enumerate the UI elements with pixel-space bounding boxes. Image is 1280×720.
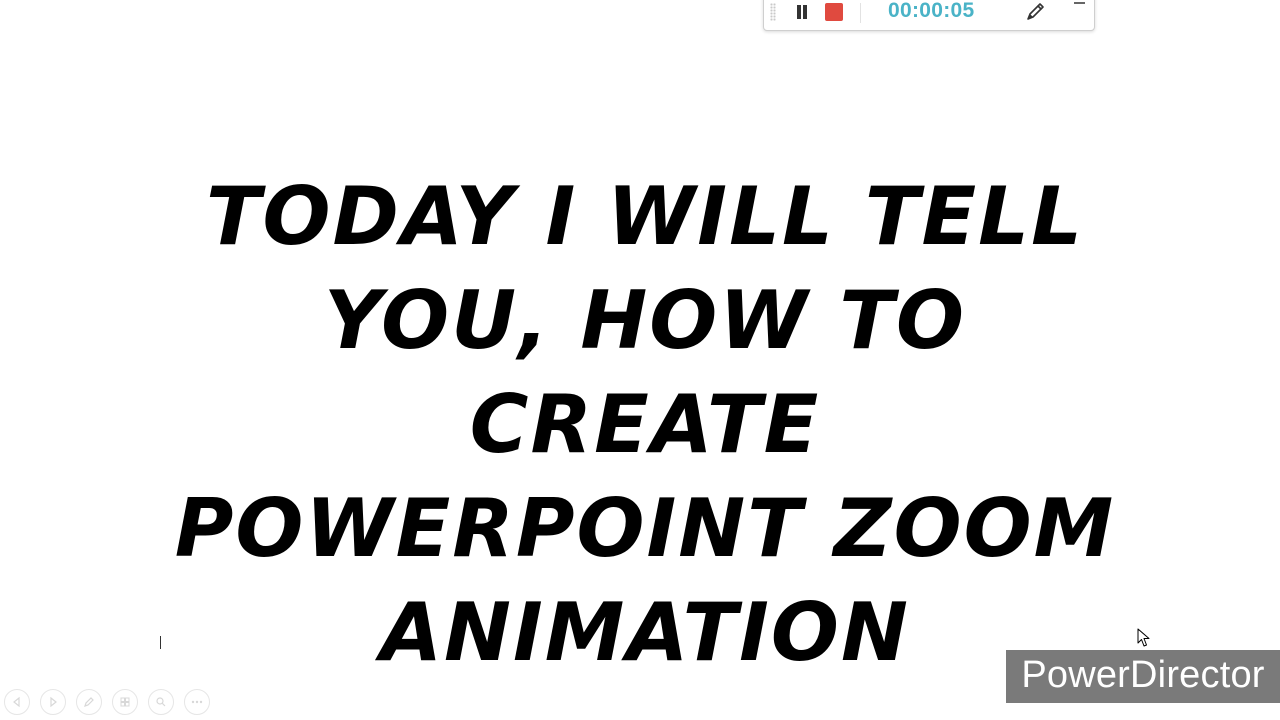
more-options-button[interactable] (184, 689, 210, 715)
pause-icon-bar (803, 5, 807, 19)
see-all-slides-button[interactable] (112, 689, 138, 715)
pen-tool-button[interactable] (76, 689, 102, 715)
previous-icon (13, 696, 20, 708)
minimize-icon (1074, 2, 1085, 4)
slide-title-line: POWERPOINT ZOOM (174, 482, 1116, 575)
see-all-slides-icon (120, 697, 130, 707)
pause-button[interactable] (794, 3, 810, 21)
next-icon (50, 696, 57, 708)
minimize-button[interactable] (1072, 0, 1088, 9)
mouse-pointer-icon (1137, 628, 1150, 647)
watermark-text: PowerDirector (1021, 654, 1265, 696)
more-options-icon (191, 700, 203, 704)
previous-slide-button[interactable] (4, 689, 30, 715)
text-cursor (160, 636, 161, 649)
next-slide-button[interactable] (40, 689, 66, 715)
zoom-icon (156, 697, 166, 707)
recording-timer: 00:00:05 (888, 0, 975, 22)
pen-icon (1027, 3, 1044, 20)
screen: 00:00:05 TODAY I WILL TELL YOU, HOW TO C… (0, 0, 1280, 720)
slide-title-line: ANIMATION (380, 586, 910, 679)
slide-title-line: YOU, HOW TO CREATE (324, 274, 966, 471)
slide-title: TODAY I WILL TELL YOU, HOW TO CREATE POW… (140, 165, 1150, 685)
pen-tool-icon (84, 697, 94, 707)
recording-toolbar: 00:00:05 (763, 0, 1095, 31)
slide-title-line: TODAY I WILL TELL (205, 170, 1085, 263)
pause-icon (797, 5, 801, 19)
zoom-button[interactable] (148, 689, 174, 715)
drag-grip-icon[interactable] (770, 3, 776, 21)
toolbar-divider (860, 3, 861, 23)
watermark: PowerDirector (1006, 650, 1280, 703)
pen-button[interactable] (1024, 1, 1046, 23)
slideshow-controls (4, 689, 210, 715)
stop-button[interactable] (825, 3, 843, 21)
